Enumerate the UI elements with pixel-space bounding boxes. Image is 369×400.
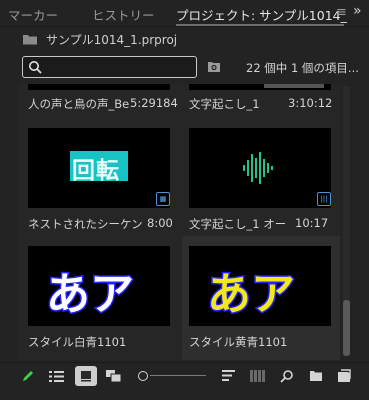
item-thumbnail-style-white-blue[interactable]: あア [28,246,170,326]
item-thumbnail-nested-sequence[interactable]: 回転 ▦ [28,128,170,208]
thumbnail-scrub-bar [264,84,324,88]
audio-badge-icon: ||| [317,192,331,206]
tab-menu-icon[interactable]: ≡ [336,5,347,20]
find-icon[interactable] [280,369,294,383]
item-name[interactable]: ネストされたシーケン [28,216,143,232]
scrollbar-track[interactable] [343,86,350,356]
project-grid: 人の声と鳥の声_Be 5:29184 文字起こし_1 3:10:12 回転 ▦ … [18,84,340,360]
project-filename: サンプル1014_1.prproj [46,33,178,47]
list-view-icon[interactable] [49,370,65,383]
item-count: 22 個中 1 個の項目... [246,61,359,75]
thumbnail-title-text: あア [206,268,297,322]
search-icon [29,61,42,74]
zoom-slider-track[interactable] [150,375,206,376]
thumbnail-title-text: あア [45,268,136,322]
tab-project[interactable]: プロジェクト: サンプル1014_ [176,5,347,24]
toolbar-divider [0,362,369,363]
item-name[interactable]: 人の声と鳥の声_Be [28,96,129,112]
overflow-tabs-icon[interactable]: » [353,3,362,19]
sequence-badge-icon: ▦ [156,192,170,206]
sort-icon[interactable] [222,369,236,382]
header-divider [0,26,369,27]
scrollbar-thumb[interactable] [343,300,350,356]
search-input[interactable] [45,58,197,76]
thumbnail-title-text: 回転 [72,158,120,184]
pencil-icon[interactable] [21,369,35,383]
item-name[interactable]: スタイル白青1101 [28,334,126,350]
thumbnail[interactable] [28,84,170,90]
icon-view-button[interactable] [75,366,97,386]
new-bin-icon[interactable] [309,370,323,382]
folder-icon [23,35,37,45]
item-thumbnail-style-yellow-blue[interactable]: あア [189,246,331,326]
item-duration: 10:17 [295,216,329,230]
item-duration: 8:00 [147,216,173,230]
tab-markers[interactable]: マーカー [8,5,58,24]
freeform-view-icon[interactable] [105,369,123,383]
tab-history[interactable]: ヒストリー [92,5,155,24]
item-thumbnail-audio[interactable]: ||| [189,128,331,208]
new-search-bin-icon[interactable] [207,60,221,73]
icon-view-icon [81,371,91,382]
search-field[interactable] [22,56,197,78]
item-name[interactable]: 文字起こし_1 [189,96,260,112]
automate-to-sequence-icon[interactable] [250,370,266,382]
item-duration: 5:29184 [130,96,178,110]
zoom-slider-handle[interactable] [138,371,148,381]
new-item-icon[interactable] [337,369,351,383]
item-name[interactable]: スタイル黄青1101 [189,334,287,350]
item-name[interactable]: 文字起こし_1 オー [189,216,286,232]
item-duration: 3:10:12 [288,96,333,110]
waveform-icon [243,152,273,184]
